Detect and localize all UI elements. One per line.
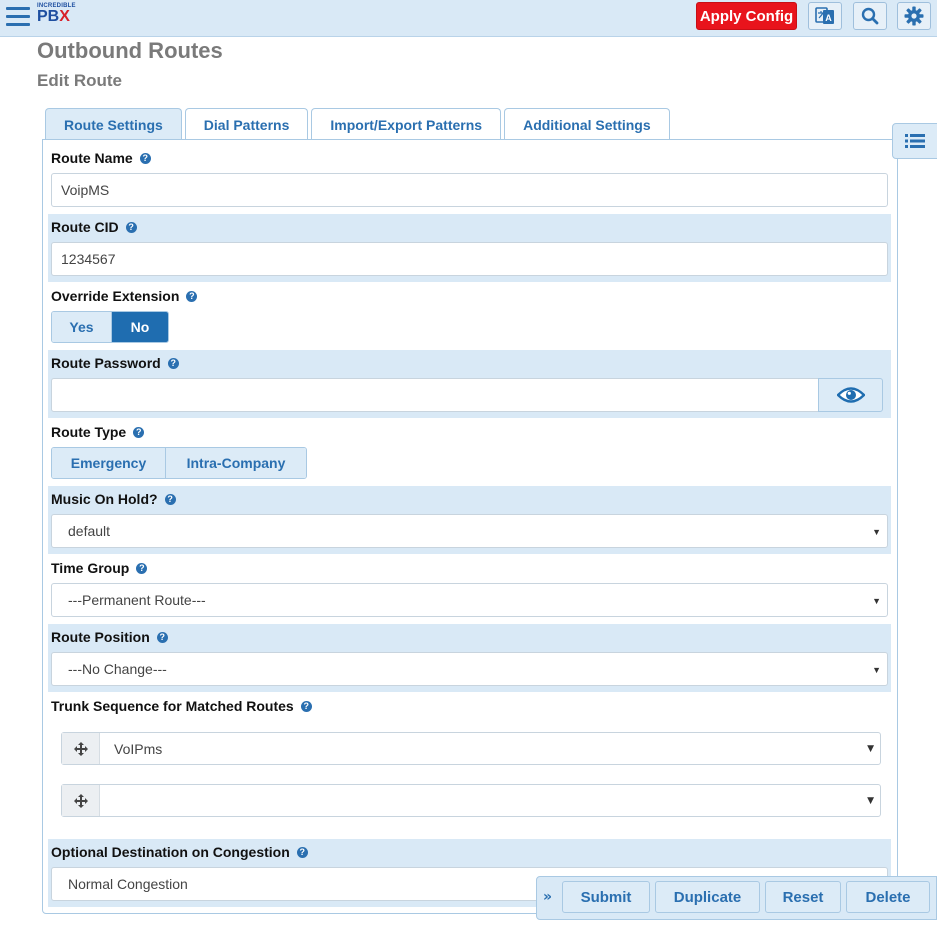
logo-x: X	[59, 8, 70, 25]
tab-route-settings[interactable]: Route Settings	[45, 108, 182, 140]
route-password-row: Route Password ?	[48, 350, 891, 418]
override-extension-no[interactable]: No	[111, 312, 168, 342]
trunk-select-2[interactable]: ▼	[61, 784, 881, 817]
music-on-hold-value: default	[68, 523, 111, 539]
caret-down-icon: ▼	[872, 665, 881, 675]
gear-icon	[904, 6, 924, 26]
search-button[interactable]	[853, 2, 887, 30]
settings-button[interactable]	[897, 2, 931, 30]
route-type-toggle: Emergency Intra-Company	[51, 447, 307, 479]
top-bar: INCREDIBLE PBX Apply Config A	[0, 0, 937, 37]
caret-down-icon: ▼	[872, 596, 881, 606]
route-type-label: Route Type	[51, 424, 127, 440]
action-bar: » Submit Duplicate Reset Delete	[536, 876, 937, 920]
congestion-value: Normal Congestion	[68, 876, 188, 892]
route-cid-row: Route CID ? 1234567	[48, 214, 891, 282]
eye-icon	[836, 387, 865, 403]
duplicate-button[interactable]: Duplicate	[655, 881, 760, 913]
logo[interactable]: INCREDIBLE PBX	[37, 3, 75, 25]
route-type-emergency[interactable]: Emergency	[52, 448, 165, 478]
route-type-row: Route Type ? Emergency Intra-Company	[48, 419, 891, 485]
page-title: Outbound Routes	[37, 38, 223, 63]
route-cid-input[interactable]: 1234567	[51, 242, 888, 276]
route-position-label: Route Position	[51, 629, 150, 645]
route-password-label: Route Password	[51, 355, 161, 371]
trunk-sequence-row: Trunk Sequence for Matched Routes ? VoIP…	[48, 693, 891, 838]
tab-additional-settings[interactable]: Additional Settings	[504, 108, 670, 140]
help-icon[interactable]: ?	[156, 631, 168, 643]
time-group-row: Time Group ? ---Permanent Route--- ▼	[48, 555, 891, 623]
route-name-input[interactable]: VoipMS	[51, 173, 888, 207]
drag-handle[interactable]	[62, 733, 100, 764]
route-cid-label: Route CID	[51, 219, 119, 235]
logo-pb: PB	[37, 8, 60, 25]
tab-dial-patterns[interactable]: Dial Patterns	[184, 108, 309, 140]
route-password-input[interactable]	[51, 378, 819, 412]
caret-down-icon: ▼	[867, 744, 874, 754]
time-group-label: Time Group	[51, 560, 130, 576]
time-group-select[interactable]: ---Permanent Route--- ▼	[51, 583, 888, 617]
move-icon	[73, 741, 88, 756]
route-type-intra-company[interactable]: Intra-Company	[165, 448, 306, 478]
help-icon[interactable]: ?	[133, 426, 145, 438]
drag-handle[interactable]	[62, 785, 100, 816]
tab-import-export-patterns[interactable]: Import/Export Patterns	[311, 108, 502, 140]
override-extension-yes[interactable]: Yes	[52, 312, 111, 342]
time-group-value: ---Permanent Route---	[68, 592, 206, 608]
route-position-row: Route Position ? ---No Change--- ▼	[48, 624, 891, 692]
apply-config-button[interactable]: Apply Config	[696, 2, 797, 30]
svg-text:A: A	[825, 13, 832, 23]
collapse-chevron-icon[interactable]: »	[543, 889, 552, 905]
route-name-row: Route Name ? VoipMS	[48, 145, 891, 213]
help-icon[interactable]: ?	[139, 152, 151, 164]
route-position-select[interactable]: ---No Change--- ▼	[51, 652, 888, 686]
translate-button[interactable]: A	[808, 2, 842, 30]
help-icon[interactable]: ?	[164, 493, 176, 505]
move-icon	[73, 793, 88, 808]
translate-icon: A	[815, 7, 834, 24]
route-position-value: ---No Change---	[68, 661, 167, 677]
list-icon	[905, 134, 925, 148]
help-icon[interactable]: ?	[296, 846, 308, 858]
help-icon[interactable]: ?	[136, 562, 148, 574]
trunk-select-1[interactable]: VoIPms ▼	[61, 732, 881, 765]
trunk-sequence-label: Trunk Sequence for Matched Routes	[51, 698, 294, 714]
help-icon[interactable]: ?	[186, 290, 198, 302]
page-subtitle: Edit Route	[37, 71, 122, 90]
music-on-hold-select[interactable]: default ▼	[51, 514, 888, 548]
menu-icon[interactable]	[6, 7, 30, 27]
help-icon[interactable]: ?	[167, 357, 179, 369]
search-icon	[861, 7, 879, 25]
music-on-hold-label: Music On Hold?	[51, 491, 158, 507]
override-extension-row: Override Extension ? Yes No	[48, 283, 891, 349]
route-name-label: Route Name	[51, 150, 133, 166]
trunk-select-1-value: VoIPms	[114, 740, 163, 757]
override-extension-label: Override Extension	[51, 288, 180, 304]
help-icon[interactable]: ?	[125, 221, 137, 233]
congestion-label: Optional Destination on Congestion	[51, 844, 290, 860]
help-icon[interactable]: ?	[300, 700, 312, 712]
caret-down-icon: ▼	[867, 796, 874, 806]
delete-button[interactable]: Delete	[846, 881, 930, 913]
reset-button[interactable]: Reset	[765, 881, 841, 913]
show-password-button[interactable]	[818, 378, 883, 412]
caret-down-icon: ▼	[872, 527, 881, 537]
submit-button[interactable]: Submit	[562, 881, 650, 913]
page-list-toggle[interactable]	[892, 123, 937, 159]
music-on-hold-row: Music On Hold? ? default ▼	[48, 486, 891, 554]
override-extension-toggle: Yes No	[51, 311, 169, 343]
tab-bar: Route Settings Dial Patterns Import/Expo…	[45, 108, 673, 140]
